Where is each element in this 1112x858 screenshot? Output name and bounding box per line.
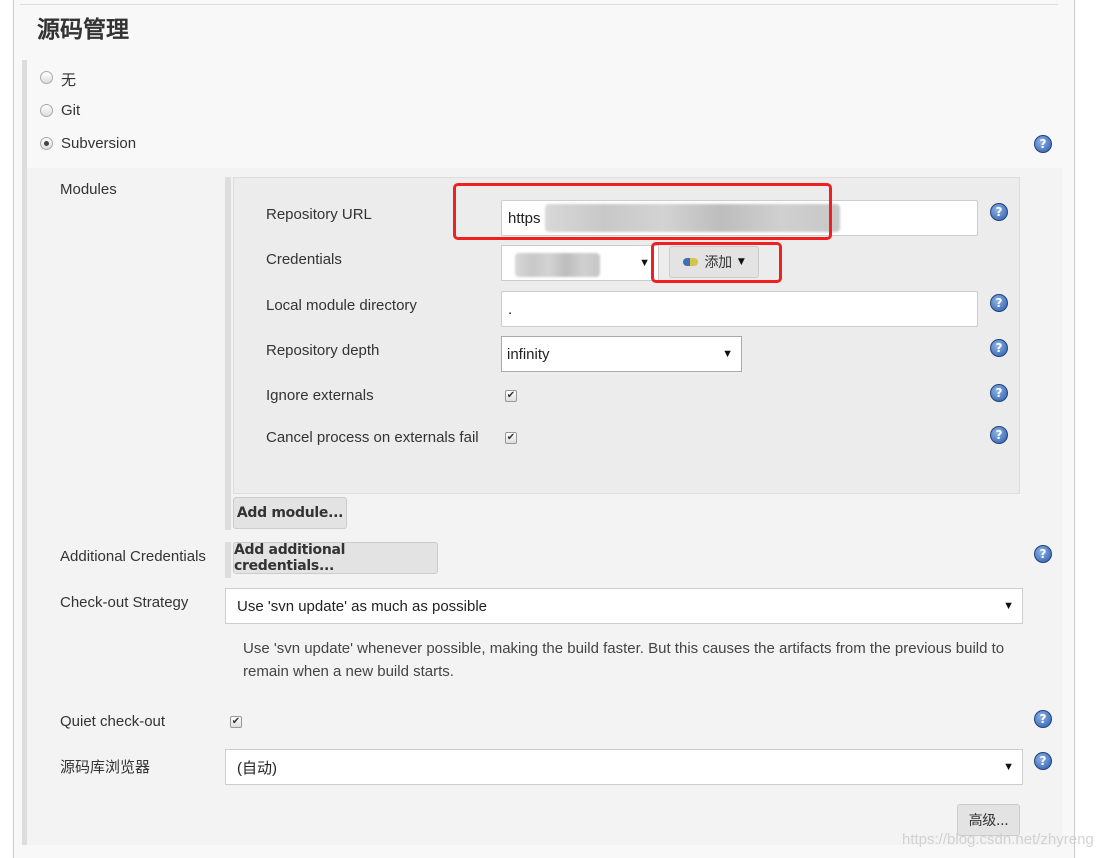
additional-credentials-label: Additional Credentials	[60, 548, 206, 565]
local-module-directory-value: .	[508, 300, 513, 318]
bar	[225, 542, 231, 578]
help-icon[interactable]: ?	[990, 339, 1008, 357]
repository-url-label: Repository URL	[266, 206, 372, 223]
cancel-externals-label: Cancel process on externals fail	[266, 429, 479, 446]
checkout-strategy-label: Check-out Strategy	[60, 594, 189, 611]
repository-depth-select[interactable]: infinity ▼	[501, 336, 742, 372]
repo-browser-value: (自动)	[237, 759, 277, 777]
help-icon[interactable]: ?	[1034, 752, 1052, 770]
checkout-strategy-select[interactable]: Use 'svn update' as much as possible ▼	[225, 588, 1023, 624]
watermark: https://blog.csdn.net/zhyreng	[902, 831, 1094, 848]
help-icon[interactable]: ?	[990, 426, 1008, 444]
local-module-directory-input[interactable]: .	[501, 291, 978, 327]
divider	[20, 4, 1058, 5]
section-title: 源码管理	[37, 17, 129, 43]
highlight-box	[651, 242, 782, 283]
checkout-strategy-value: Use 'svn update' as much as possible	[237, 597, 488, 615]
help-icon[interactable]: ?	[990, 384, 1008, 402]
help-icon[interactable]: ?	[1034, 135, 1052, 153]
radio-none[interactable]	[40, 71, 53, 84]
highlight-box	[453, 183, 832, 240]
ignore-externals-checkbox[interactable]: ✔	[505, 390, 517, 402]
dropdown-icon: ▼	[639, 257, 650, 269]
radio-none-label: 无	[61, 72, 77, 89]
ignore-externals-label: Ignore externals	[266, 387, 374, 404]
modules-bar	[225, 177, 231, 530]
checkout-strategy-description: Use 'svn update' whenever possible, maki…	[243, 640, 1005, 680]
modules-label: Modules	[60, 181, 117, 198]
add-additional-credentials-button[interactable]: Add additional credentials...	[233, 542, 438, 574]
radio-subversion-label: Subversion	[61, 135, 137, 152]
repository-depth-label: Repository depth	[266, 342, 380, 359]
radio-subversion[interactable]	[40, 137, 53, 150]
repository-depth-value: infinity	[507, 345, 550, 363]
credentials-label: Credentials	[266, 251, 342, 268]
help-icon[interactable]: ?	[990, 294, 1008, 312]
redacted-credential	[515, 253, 600, 277]
quiet-checkout-checkbox[interactable]: ✔	[230, 716, 242, 728]
dropdown-icon: ▼	[1003, 761, 1014, 773]
add-module-button[interactable]: Add module...	[233, 497, 347, 529]
help-icon[interactable]: ?	[1034, 545, 1052, 563]
radio-git-label: Git	[61, 102, 81, 119]
repo-browser-label: 源码库浏览器	[60, 759, 151, 776]
local-module-directory-label: Local module directory	[266, 297, 417, 314]
repo-browser-select[interactable]: (自动) ▼	[225, 749, 1023, 785]
quiet-checkout-label: Quiet check-out	[60, 713, 166, 730]
dropdown-icon: ▼	[722, 348, 733, 360]
dropdown-icon: ▼	[1003, 600, 1014, 612]
help-icon[interactable]: ?	[990, 203, 1008, 221]
help-icon[interactable]: ?	[1034, 710, 1052, 728]
cancel-externals-checkbox[interactable]: ✔	[505, 432, 517, 444]
radio-git[interactable]	[40, 104, 53, 117]
